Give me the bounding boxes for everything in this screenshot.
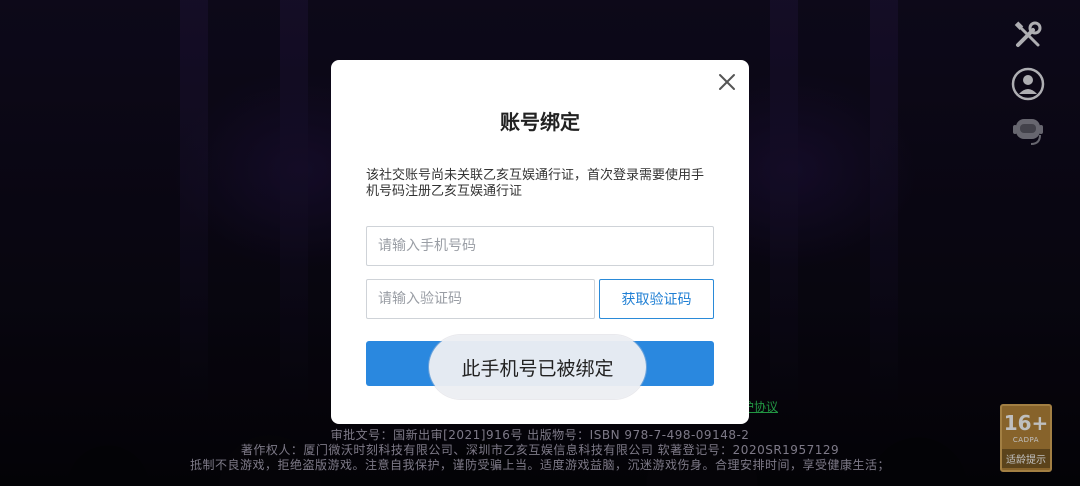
verification-code-input[interactable]: [366, 279, 595, 319]
close-icon[interactable]: [717, 72, 737, 92]
get-verification-code-button[interactable]: 获取验证码: [599, 279, 714, 319]
dialog-title: 账号绑定: [500, 110, 580, 134]
dialog-description: 该社交账号尚未关联乙亥互娱通行证，首次登录需要使用手机号码注册乙亥互娱通行证: [366, 168, 705, 199]
phone-number-input[interactable]: [366, 226, 714, 266]
toast-message: 此手机号已被绑定: [429, 335, 646, 399]
